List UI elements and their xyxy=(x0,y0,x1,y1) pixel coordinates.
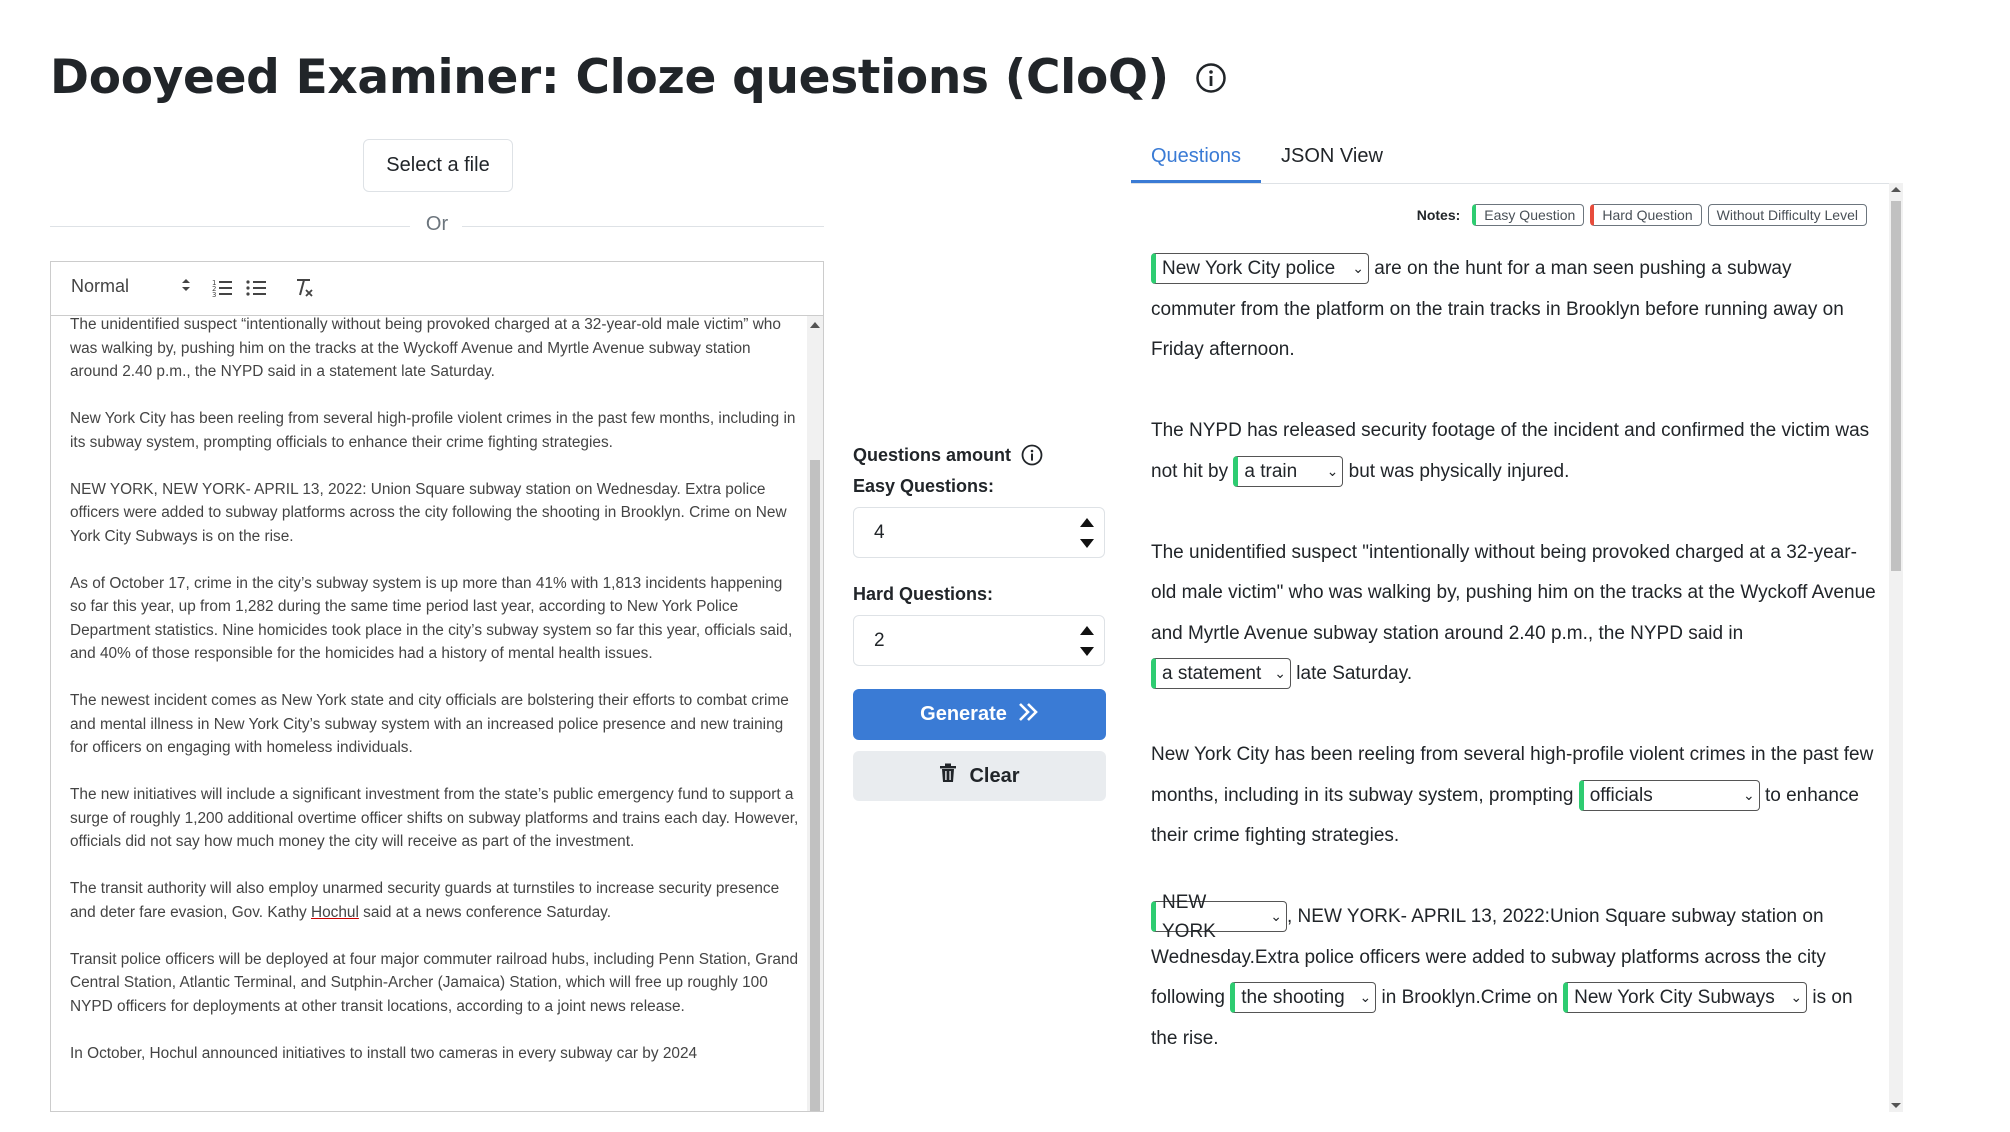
passage-paragraph: NEW YORK ⌄, NEW YORK- APRIL 13, 2022:Unio… xyxy=(1151,891,1853,1049)
page-title-text: Dooyeed Examiner: Cloze questions (CloQ) xyxy=(50,50,1169,105)
cloze-blank-select[interactable]: a train ⌄ xyxy=(1233,455,1344,487)
scroll-up-arrow-icon[interactable] xyxy=(810,322,820,328)
questions-amount-heading: Questions amount xyxy=(853,444,1043,466)
scroll-up-arrow-icon[interactable] xyxy=(1891,187,1901,192)
format-select[interactable]: Normal xyxy=(71,276,191,297)
spellcheck-word: Hochul xyxy=(310,903,359,921)
passage-paragraph: New York City has been reeling from seve… xyxy=(1151,744,1874,846)
easy-questions-value: 4 xyxy=(874,521,885,543)
hard-question-badge: Hard Question xyxy=(1590,204,1702,226)
cloze-passage: New York City police ⌄ are on the hunt fo… xyxy=(1151,249,1881,1100)
or-label: Or xyxy=(425,213,449,235)
easy-question-badge: Easy Question xyxy=(1472,204,1585,226)
clear-format-icon[interactable] xyxy=(293,277,315,304)
hard-questions-input[interactable]: 2 xyxy=(853,615,1105,666)
page-title: Dooyeed Examiner: Cloze questions (CloQ) xyxy=(50,50,1227,105)
scrollbar-thumb[interactable] xyxy=(810,460,820,1111)
chevron-down-icon: ⌄ xyxy=(1270,908,1282,925)
questions-scrollbar[interactable] xyxy=(1889,183,1903,1112)
tab-questions[interactable]: Questions xyxy=(1151,145,1241,168)
spinner-icon[interactable] xyxy=(1080,622,1094,660)
cloze-blank-select[interactable]: NEW YORK ⌄ xyxy=(1151,892,1287,942)
hard-questions-value: 2 xyxy=(874,629,885,651)
trash-icon xyxy=(939,763,957,789)
spinner-icon[interactable] xyxy=(1080,514,1094,552)
editor-paragraph: The unidentified suspect “intentionally … xyxy=(70,316,781,380)
questions-amount-label: Questions amount xyxy=(853,444,1012,465)
editor-paragraph: The new initiatives will include a signi… xyxy=(70,786,799,850)
passage-paragraph: The unidentified suspect "intentionally … xyxy=(1151,533,1881,695)
chevron-down-icon: ⌄ xyxy=(1352,260,1364,277)
editor-paragraph: Transit police officers will be deployed… xyxy=(70,950,799,1015)
editor-paragraph: NEW YORK, NEW YORK- APRIL 13, 2022: Unio… xyxy=(70,480,787,545)
cloze-blank-select[interactable]: the shooting ⌄ xyxy=(1230,982,1377,1014)
passage-paragraph: New York City police ⌄ are on the hunt fo… xyxy=(1151,249,1881,371)
hard-questions-label: Hard Questions: xyxy=(853,584,994,604)
chevron-down-icon: ⌄ xyxy=(1742,786,1755,803)
editor-paragraph: The newest incident comes as New York st… xyxy=(70,692,789,756)
notes-label: Notes: xyxy=(1416,207,1461,223)
chevron-down-icon: ⌄ xyxy=(1790,989,1803,1006)
generate-button[interactable]: Generate xyxy=(853,689,1106,740)
notes-legend: Notes: Easy Question Hard Question Witho… xyxy=(1417,204,1867,226)
scroll-down-arrow-icon[interactable] xyxy=(1891,1103,1901,1108)
editor-content[interactable]: The unidentified suspect “intentionally … xyxy=(51,316,809,1111)
clear-label: Clear xyxy=(969,764,1020,787)
chevron-down-icon: ⌄ xyxy=(1274,665,1286,682)
or-divider: Or xyxy=(50,211,824,241)
editor-paragraph: The transit authority will also employ u… xyxy=(70,880,780,921)
updown-icon xyxy=(181,276,191,297)
tab-json-view[interactable]: JSON View xyxy=(1281,145,1383,168)
info-icon[interactable] xyxy=(1021,444,1043,466)
select-file-button[interactable]: Select a file xyxy=(363,139,513,192)
scrollbar-thumb[interactable] xyxy=(1891,201,1901,571)
cloze-blank-select[interactable]: New York City police ⌄ xyxy=(1151,253,1369,285)
generate-label: Generate xyxy=(920,703,1007,725)
clear-button[interactable]: Clear xyxy=(853,751,1106,801)
double-chevron-right-icon xyxy=(1017,702,1039,728)
passage-paragraph: The NYPD has released security footage o… xyxy=(1151,411,1881,492)
cloze-blank-select[interactable]: New York City Subways ⌄ xyxy=(1563,982,1808,1014)
svg-text:3: 3 xyxy=(212,291,216,299)
editor-paragraph: New York City has been reeling from seve… xyxy=(70,410,796,451)
editor-paragraph: In October, Hochul announced initiatives… xyxy=(70,1044,698,1062)
format-select-label: Normal xyxy=(71,276,130,296)
chevron-down-icon: ⌄ xyxy=(1326,462,1339,479)
info-icon[interactable] xyxy=(1195,62,1227,94)
cloze-blank-select[interactable]: a statement ⌄ xyxy=(1151,658,1291,690)
tab-bar: Questions JSON View xyxy=(1131,135,1903,184)
questions-panel: Notes: Easy Question Hard Question Witho… xyxy=(1131,183,1903,1112)
easy-questions-input[interactable]: 4 xyxy=(853,507,1105,558)
no-difficulty-badge: Without Difficulty Level xyxy=(1707,204,1867,226)
cloze-blank-select[interactable]: officials ⌄ xyxy=(1578,779,1760,811)
easy-questions-label: Easy Questions: xyxy=(853,476,995,496)
text-editor[interactable]: Normal 123 The unidentified suspect “int… xyxy=(50,261,824,1112)
editor-scrollbar[interactable] xyxy=(807,316,823,1111)
editor-toolbar: Normal 123 xyxy=(51,262,823,316)
bullet-list-icon[interactable] xyxy=(245,277,267,304)
editor-paragraph: As of October 17, crime in the city’s su… xyxy=(70,574,793,663)
chevron-down-icon: ⌄ xyxy=(1359,989,1372,1006)
ordered-list-icon[interactable]: 123 xyxy=(211,277,233,304)
